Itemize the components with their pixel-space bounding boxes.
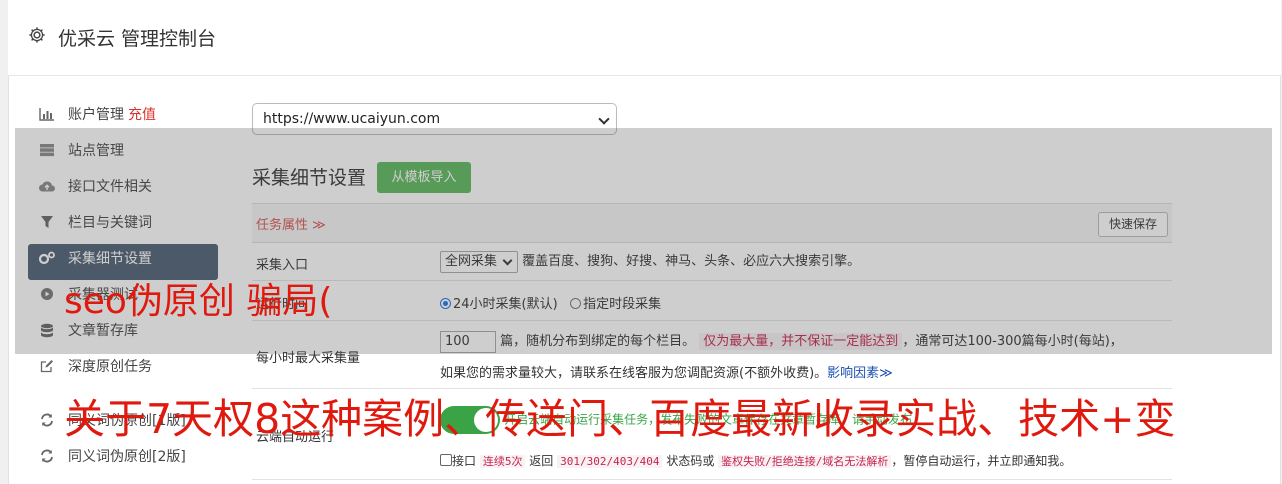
- sidebar-item-synonym-v2[interactable]: 同义词伪原创[2版]: [28, 442, 218, 478]
- sidebar-item-label: 账户管理: [68, 107, 124, 123]
- edit-icon: [38, 359, 56, 375]
- sidebar-item-deep-original[interactable]: 深度原创任务: [28, 352, 218, 388]
- chevron-down-icon: [598, 113, 610, 125]
- influence-factors-link[interactable]: 影响因素≫: [827, 366, 893, 381]
- row-content-line2: 如果您的需求量较大，请联系在线客服为您调配资源(不额外收费)。影响因素≫: [440, 362, 893, 381]
- overlay-headline-1: seo伪原创 骗局(: [64, 281, 333, 322]
- page-title: 优采云 管理控制台: [58, 28, 217, 50]
- sidebar-item-label: 同义词伪原创[2版]: [68, 449, 186, 465]
- max-per-hour-text3: 如果您的需求量较大，请联系在线客服为您调配资源(不额外收费)。: [440, 366, 828, 381]
- sidebar-item-label: 深度原创任务: [68, 359, 152, 375]
- site-select-value: https://www.ucaiyun.com: [263, 111, 441, 127]
- refresh-icon: [38, 449, 56, 465]
- refresh-icon: [38, 413, 56, 429]
- pause-checkbox[interactable]: [440, 454, 452, 466]
- recharge-link[interactable]: 充值: [128, 107, 156, 123]
- bar-chart-icon: [38, 107, 56, 123]
- gear-icon: [29, 27, 45, 43]
- page-header: 优采云 管理控制台: [8, 0, 1281, 76]
- row-content-line2: 接口 连续5次 返回 301/302/403/404 状态码或 鉴权失败/拒绝连…: [440, 452, 1071, 469]
- overlay-headline-2: 关于7天权8这种案例、传送门、百度最新收录实战、技术+变: [64, 395, 1176, 443]
